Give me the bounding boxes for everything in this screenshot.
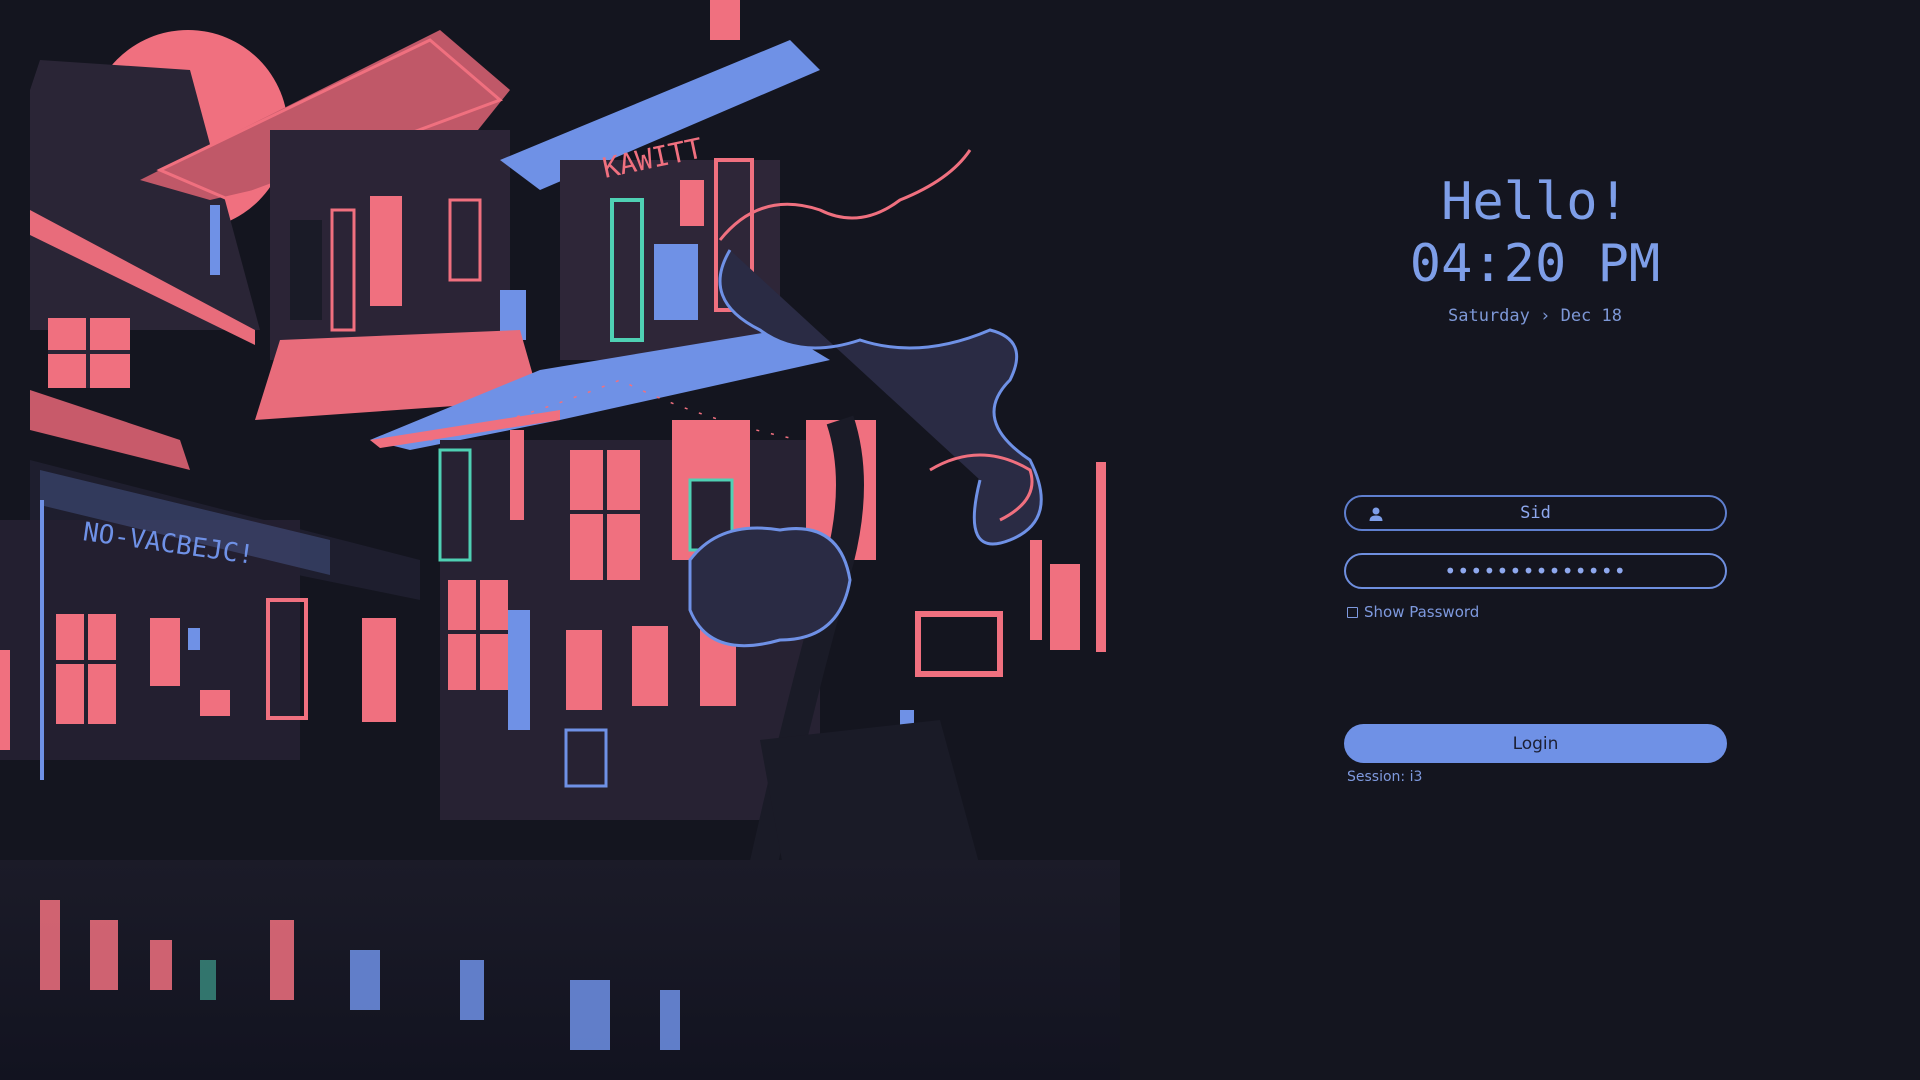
greeting-block: Hello! 04:20 PM Saturday › Dec 18 [1345, 176, 1725, 325]
session-label[interactable]: Session: i3 [1347, 769, 1422, 785]
login-button[interactable]: Login [1344, 724, 1727, 763]
password-field[interactable] [1344, 553, 1727, 589]
greeting-title: Hello! [1441, 172, 1629, 232]
password-input[interactable] [1346, 555, 1725, 587]
city-illustration: KAWITT NO-VACBEJC! [0, 0, 1120, 1080]
show-password-label: Show Password [1364, 603, 1480, 621]
checkbox-icon[interactable] [1347, 606, 1358, 618]
username-input[interactable] [1346, 497, 1725, 529]
username-field[interactable] [1344, 495, 1727, 531]
clock-date: Saturday › Dec 18 [1448, 306, 1622, 326]
show-password-toggle[interactable]: Show Password [1347, 603, 1479, 621]
clock-time: 04:20 PM [1409, 234, 1661, 294]
